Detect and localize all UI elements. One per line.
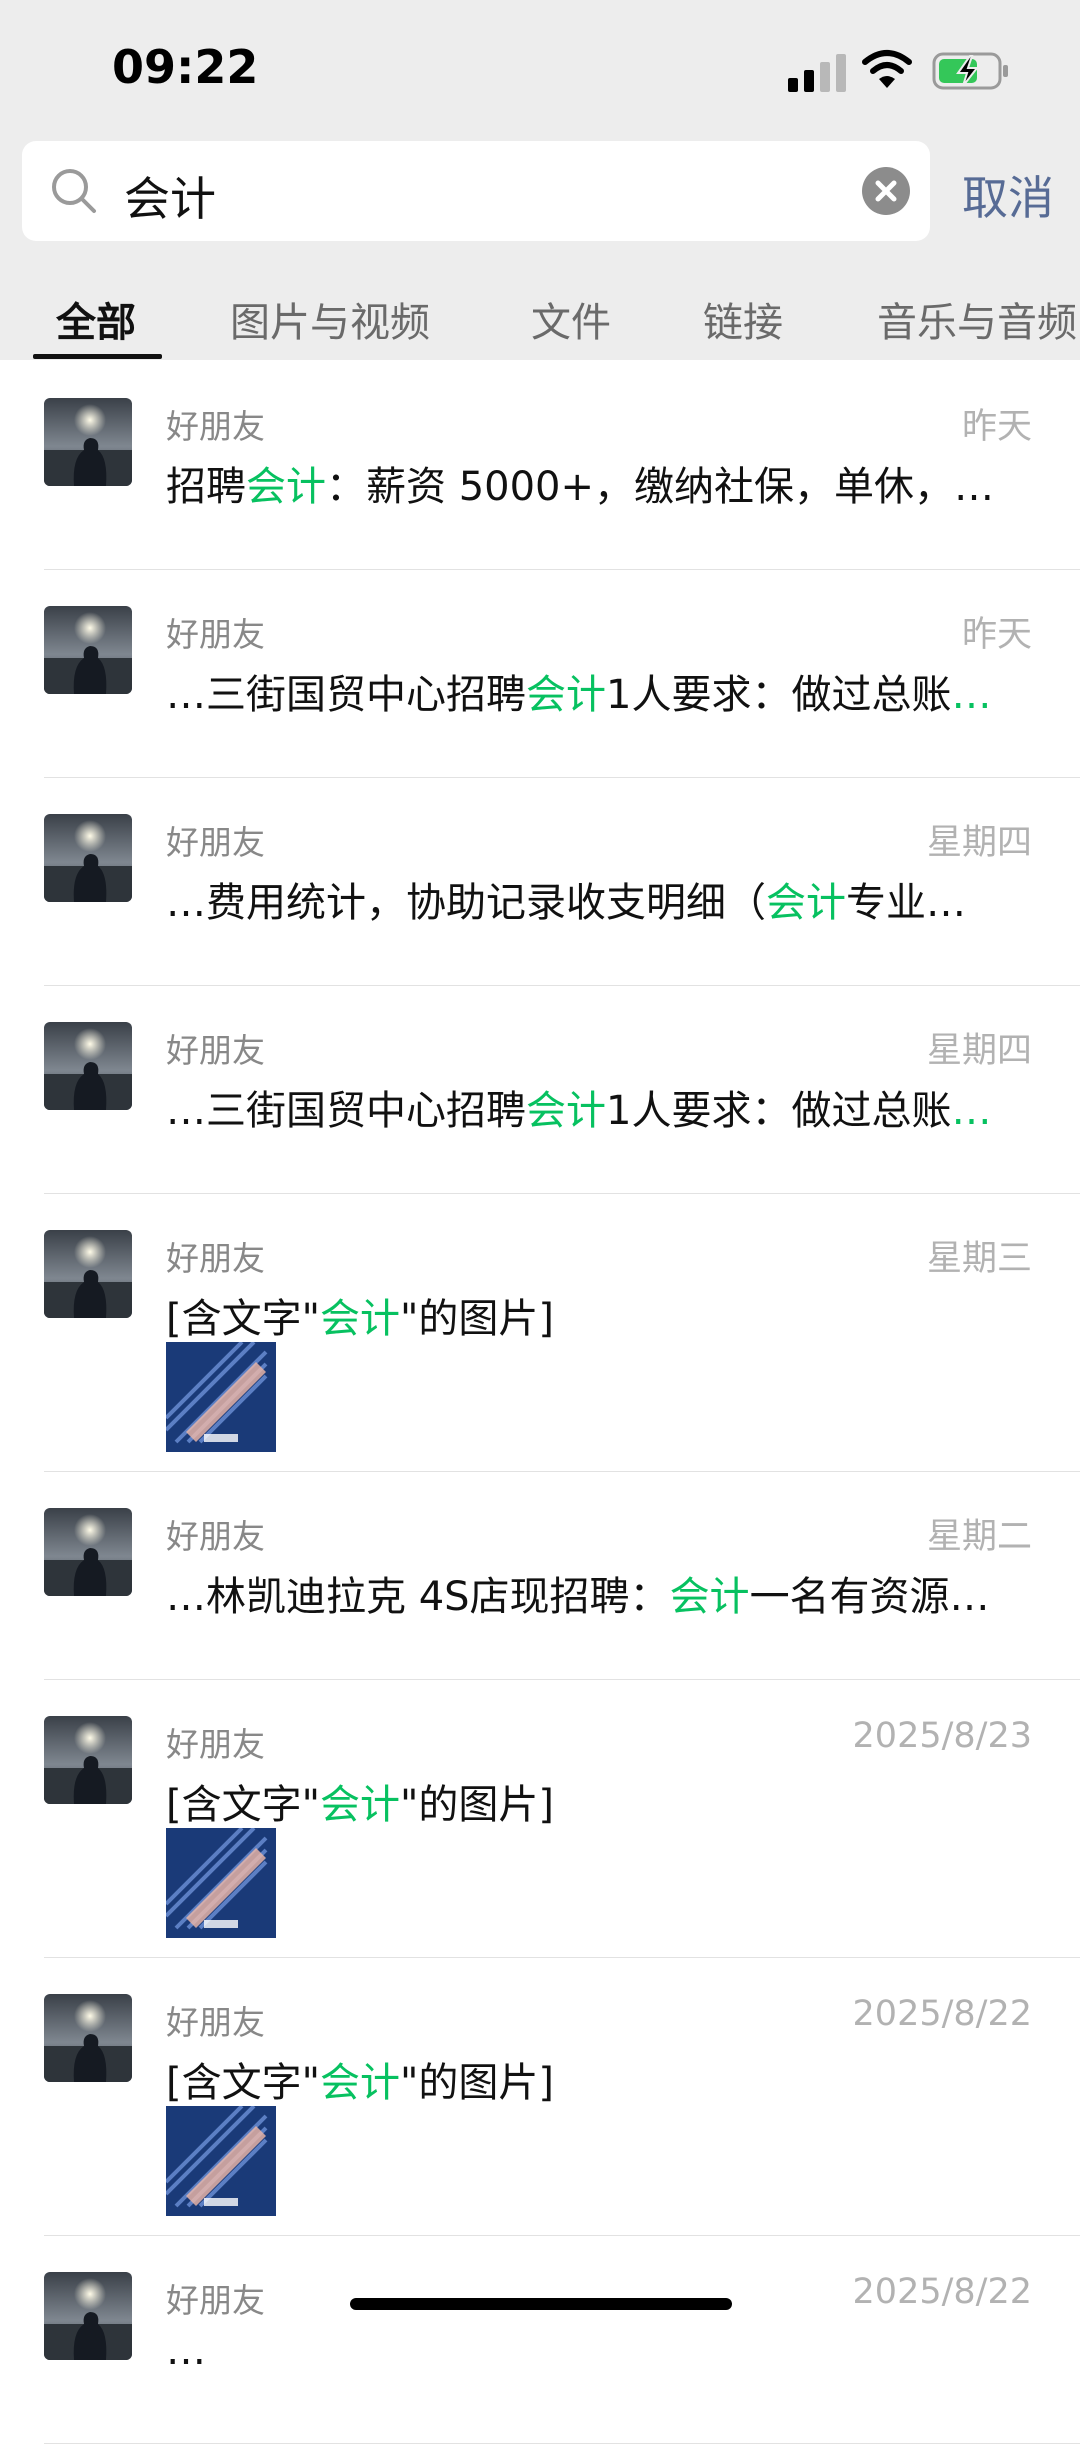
- message-snippet: [含文字"会计"的图片]: [166, 1772, 554, 1830]
- snippet-text: 招聘: [166, 464, 246, 510]
- avatar[interactable]: [44, 1508, 132, 1596]
- avatar[interactable]: [44, 1994, 132, 2082]
- image-thumbnail[interactable]: [166, 2106, 276, 2216]
- keyword-highlight: 会计: [766, 880, 846, 926]
- sender-name: 好朋友: [166, 2003, 265, 2042]
- message-snippet: …三街国贸中心招聘会计1人要求：做过总账…: [166, 1078, 991, 1136]
- search-result-row[interactable]: 好朋友 星期四 …三街国贸中心招聘会计1人要求：做过总账…: [0, 986, 1080, 1194]
- message-snippet: …林凯迪拉克 4S店现招聘：会计一名有资源…: [166, 1564, 990, 1622]
- tab-files[interactable]: 文件: [531, 290, 611, 348]
- snippet-text: …林凯迪拉克 4S店现招聘：: [166, 1574, 670, 1620]
- snippet-text: "的图片]: [400, 1296, 555, 1342]
- avatar[interactable]: [44, 1022, 132, 1110]
- tab-links[interactable]: 链接: [703, 290, 783, 348]
- snippet-text: 专业…: [846, 880, 966, 926]
- status-time: 09:22: [112, 40, 259, 94]
- tab-all[interactable]: 全部: [56, 290, 136, 348]
- sender-name: 好朋友: [166, 407, 265, 446]
- avatar[interactable]: [44, 2272, 132, 2360]
- tab-photos-videos[interactable]: 图片与视频: [230, 290, 430, 348]
- message-time: 2025/8/23: [852, 1716, 1032, 1756]
- search-result-row[interactable]: 好朋友 2025/8/22 …: [0, 2236, 1080, 2444]
- message-time: 星期二: [926, 1517, 1032, 1557]
- avatar[interactable]: [44, 398, 132, 486]
- message-time: 昨天: [961, 407, 1032, 447]
- search-icon: [52, 169, 96, 213]
- tab-music-audio[interactable]: 音乐与音频: [877, 290, 1077, 348]
- keyword-highlight: …: [951, 1088, 992, 1134]
- snippet-text: …三街国贸中心招聘: [166, 1088, 526, 1134]
- message-snippet: …: [166, 2328, 206, 2374]
- sender-name: 好朋友: [166, 1725, 265, 1764]
- message-time: 星期四: [926, 1031, 1032, 1071]
- cancel-button[interactable]: 取消: [962, 162, 1054, 228]
- snippet-text: …费用统计，协助记录收支明细（: [166, 880, 766, 926]
- active-tab-indicator: [33, 354, 162, 359]
- search-result-row[interactable]: 好朋友 昨天 …三街国贸中心招聘会计1人要求：做过总账…: [0, 570, 1080, 778]
- snippet-text: "的图片]: [400, 2060, 555, 2106]
- search-result-row[interactable]: 好朋友 2025/8/23 [含文字"会计"的图片]: [0, 1680, 1080, 1958]
- snippet-text: [含文字": [166, 2060, 321, 2106]
- keyword-highlight: …: [951, 672, 992, 718]
- keyword-highlight: 会计: [320, 1782, 401, 1828]
- snippet-text: …: [166, 2328, 206, 2374]
- message-snippet: [含文字"会计"的图片]: [166, 2050, 554, 2108]
- snippet-text: 1人要求：做过总账: [606, 1088, 952, 1134]
- keyword-highlight: 会计: [320, 1296, 401, 1342]
- wifi-icon: [862, 50, 912, 88]
- sender-name: 好朋友: [166, 1031, 265, 1070]
- message-time: 2025/8/22: [852, 1994, 1032, 2034]
- snippet-text: …三街国贸中心招聘: [166, 672, 526, 718]
- keyword-highlight: 会计: [669, 1574, 750, 1620]
- keyword-highlight: 会计: [320, 2060, 401, 2106]
- search-result-row[interactable]: 好朋友 星期四 …费用统计，协助记录收支明细（会计专业…: [0, 778, 1080, 986]
- avatar[interactable]: [44, 1230, 132, 1318]
- snippet-text: "的图片]: [400, 1782, 555, 1828]
- sender-name: 好朋友: [166, 2281, 265, 2320]
- search-input[interactable]: 会计: [124, 163, 216, 229]
- battery-charging-icon: [932, 52, 1008, 90]
- keyword-highlight: 会计: [526, 1088, 606, 1134]
- avatar[interactable]: [44, 814, 132, 902]
- sender-name: 好朋友: [166, 615, 265, 654]
- snippet-text: 1人要求：做过总账: [606, 672, 952, 718]
- message-time: 2025/8/22: [852, 2272, 1032, 2312]
- avatar[interactable]: [44, 606, 132, 694]
- snippet-text: [含文字": [166, 1296, 321, 1342]
- search-field[interactable]: 会计: [22, 141, 930, 241]
- message-snippet: …三街国贸中心招聘会计1人要求：做过总账…: [166, 662, 991, 720]
- search-result-row[interactable]: 好朋友 昨天招聘会计：薪资 5000+，缴纳社保，单休，…: [0, 362, 1080, 570]
- message-snippet: [含文字"会计"的图片]: [166, 1286, 554, 1344]
- snippet-text: ：薪资 5000+，缴纳社保，单休，…: [326, 464, 995, 510]
- snippet-text: [含文字": [166, 1782, 321, 1828]
- image-thumbnail[interactable]: [166, 1342, 276, 1452]
- message-snippet: 招聘会计：薪资 5000+，缴纳社保，单休，…: [166, 454, 994, 512]
- avatar[interactable]: [44, 1716, 132, 1804]
- sender-name: 好朋友: [166, 1517, 265, 1556]
- keyword-highlight: 会计: [526, 672, 606, 718]
- message-time: 昨天: [961, 615, 1032, 655]
- sender-name: 好朋友: [166, 1239, 265, 1278]
- signal-icon: [788, 52, 848, 92]
- message-time: 星期四: [926, 823, 1032, 863]
- message-time: 星期三: [926, 1239, 1032, 1279]
- search-header: 09:22 会计 取消 全部 图片与视频 文件 链接 音乐与音频: [0, 0, 1080, 360]
- snippet-text: 一名有资源…: [749, 1574, 990, 1620]
- image-thumbnail[interactable]: [166, 1828, 276, 1938]
- sender-name: 好朋友: [166, 823, 265, 862]
- keyword-highlight: 会计: [246, 464, 326, 510]
- home-indicator[interactable]: [350, 2298, 732, 2310]
- message-snippet: …费用统计，协助记录收支明细（会计专业…: [166, 870, 966, 928]
- search-result-row[interactable]: 好朋友 2025/8/22 [含文字"会计"的图片]: [0, 1958, 1080, 2236]
- search-result-row[interactable]: 好朋友 星期三 [含文字"会计"的图片]: [0, 1194, 1080, 1472]
- clear-icon[interactable]: [862, 167, 910, 215]
- filter-tabs: 全部 图片与视频 文件 链接 音乐与音频: [0, 280, 1080, 360]
- search-result-row[interactable]: 好朋友 星期二 …林凯迪拉克 4S店现招聘：会计一名有资源…: [0, 1472, 1080, 1680]
